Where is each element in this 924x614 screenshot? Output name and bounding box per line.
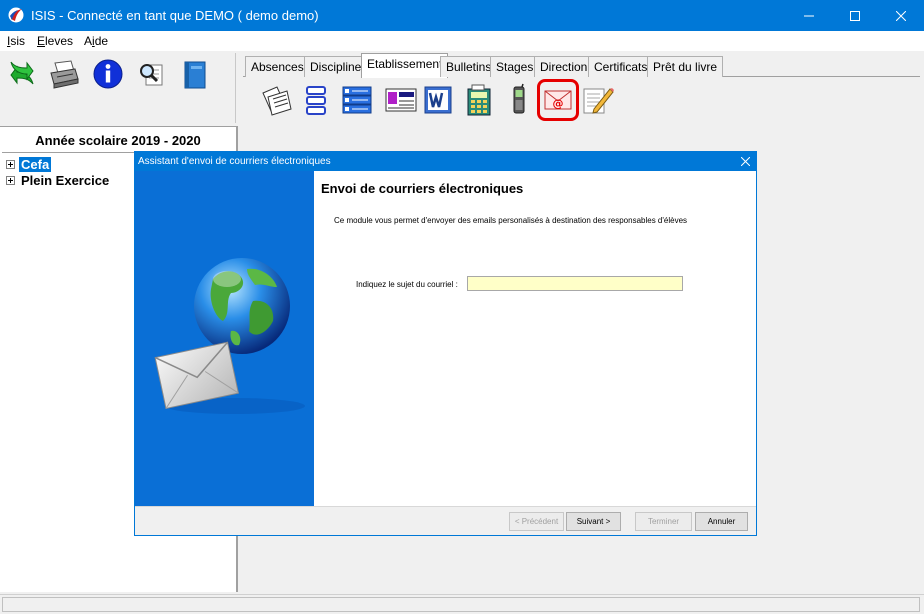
tab-direction[interactable]: Direction — [534, 56, 594, 77]
globe-envelope-icon — [154, 258, 305, 414]
phone-icon[interactable] — [501, 82, 537, 118]
wizard-content: Envoi de courriers électroniques Ce modu… — [314, 171, 756, 506]
menu-eleves[interactable]: Eleves — [37, 34, 73, 48]
previous-button[interactable]: < Précédent — [509, 512, 564, 531]
tab-label: Stages — [496, 60, 534, 74]
tab-etablissement[interactable]: Etablissement — [361, 53, 449, 78]
tab-label: Certificats — [594, 60, 648, 74]
edit-note-icon[interactable] — [579, 82, 615, 118]
printer-icon[interactable] — [46, 56, 82, 92]
checklist-icon[interactable] — [339, 82, 375, 118]
dialog-title-bar: Assistant d'envoi de courriers électroni… — [135, 152, 756, 171]
minimize-button[interactable] — [786, 0, 832, 31]
window-title: ISIS - Connecté en tant que DEMO ( demo … — [31, 8, 319, 23]
cancel-button[interactable]: Annuler — [695, 512, 748, 531]
menu-accelerator: i — [92, 34, 95, 48]
isis-app-icon — [8, 7, 24, 23]
info-icon[interactable] — [90, 56, 126, 92]
word-icon[interactable] — [420, 82, 456, 118]
title-bar: ISIS - Connecté en tant que DEMO ( demo … — [0, 0, 924, 31]
wizard-description: Ce module vous permet d'envoyer des emai… — [334, 216, 688, 225]
dialog-close-icon[interactable] — [736, 153, 754, 170]
tab-pret-du-livre[interactable]: Prêt du livre — [647, 56, 724, 77]
svg-text:@: @ — [553, 97, 564, 110]
isis-card-icon[interactable] — [383, 82, 419, 118]
subject-input[interactable] — [467, 276, 683, 291]
email-icon[interactable]: @ — [537, 79, 579, 121]
tab-label: Discipline — [310, 60, 362, 74]
tab-stages[interactable]: Stages — [490, 56, 540, 77]
tab-bulletins[interactable]: Bulletins — [440, 56, 498, 77]
status-bar — [0, 594, 924, 614]
wizard-button-bar: < Précédent Suivant > Terminer Annuler — [135, 506, 756, 535]
email-wizard-dialog: Assistant d'envoi de courriers électroni… — [134, 151, 757, 536]
tab-label: Bulletins — [446, 60, 492, 74]
calculator-icon[interactable] — [461, 82, 497, 118]
tree-item-cefa[interactable]: Cefa — [6, 156, 52, 172]
tab-label: Etablissement — [367, 57, 443, 71]
menu-accelerator: E — [37, 34, 46, 48]
tab-strip: Absences Discipline Etablissement Bullet… — [243, 53, 920, 78]
menu-aide[interactable]: Aide — [84, 34, 108, 48]
close-button[interactable] — [878, 0, 924, 31]
tab-label: Absences — [251, 60, 304, 74]
school-year-header: Année scolaire 2019 - 2020 — [35, 133, 201, 148]
wizard-heading: Envoi de courriers électroniques — [321, 181, 524, 196]
menu-isis[interactable]: Isis — [7, 34, 25, 48]
dialog-title: Assistant d'envoi de courriers électroni… — [138, 156, 331, 167]
expand-icon[interactable] — [6, 159, 15, 169]
tab-discipline[interactable]: Discipline — [304, 56, 368, 77]
documents-icon[interactable] — [258, 82, 294, 118]
tab-label: Direction — [540, 60, 588, 74]
finish-button[interactable]: Terminer — [635, 512, 692, 531]
tab-panel-etablissement: @ — [243, 78, 920, 122]
menu-bar: Isis Eleves Aide — [0, 31, 924, 51]
tab-absences[interactable]: Absences — [245, 56, 310, 77]
wizard-side-image — [135, 171, 314, 506]
tree-item-plein-exercice[interactable]: Plein Exercice — [6, 172, 111, 188]
menu-accelerator: I — [7, 34, 11, 48]
refresh-icon[interactable] — [4, 56, 40, 92]
tree-item-label[interactable]: Plein Exercice — [19, 173, 111, 188]
tab-label: Prêt du livre — [653, 60, 718, 74]
maximize-button[interactable] — [832, 0, 878, 31]
subject-label: Indiquez le sujet du courriel : — [356, 280, 458, 289]
next-button[interactable]: Suivant > — [566, 512, 621, 531]
tree-item-label[interactable]: Cefa — [19, 156, 52, 172]
book-icon[interactable] — [176, 56, 212, 92]
list-icon[interactable] — [298, 82, 334, 118]
tab-certificats[interactable]: Certificats — [588, 56, 654, 77]
search-icon[interactable] — [133, 56, 169, 92]
expand-icon[interactable] — [6, 175, 15, 185]
status-cell — [2, 597, 920, 612]
